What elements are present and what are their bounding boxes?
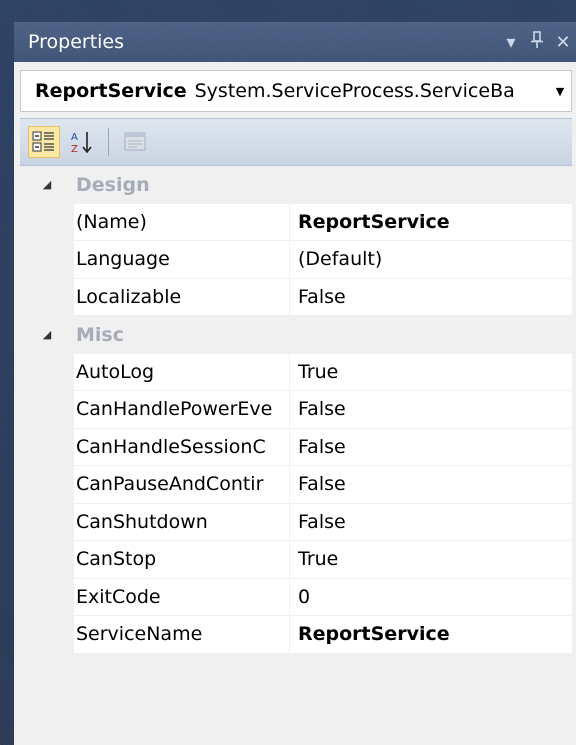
- object-name: ReportService: [35, 80, 187, 102]
- object-type: System.ServiceProcess.ServiceBa: [194, 80, 515, 102]
- property-value[interactable]: False: [290, 504, 572, 541]
- collapse-icon[interactable]: ◢: [20, 316, 74, 354]
- categorized-icon: [32, 131, 54, 152]
- property-value[interactable]: False: [290, 279, 572, 316]
- property-row[interactable]: (Name) ReportService: [20, 203, 572, 241]
- property-name: CanPauseAndContir: [74, 466, 290, 504]
- property-name: CanHandlePowerEve: [74, 391, 290, 429]
- collapse-icon[interactable]: ◢: [20, 166, 74, 204]
- svg-text:A: A: [71, 132, 78, 143]
- property-name: (Name): [74, 203, 290, 241]
- property-name: ServiceName: [74, 616, 290, 654]
- pin-icon[interactable]: [524, 30, 550, 54]
- property-value[interactable]: False: [290, 391, 572, 429]
- property-row[interactable]: ExitCode 0: [20, 578, 572, 616]
- property-row[interactable]: CanHandleSessionC False: [20, 428, 572, 466]
- property-value[interactable]: 0: [290, 579, 572, 616]
- category-label: Design: [76, 173, 150, 196]
- property-row[interactable]: CanShutdown False: [20, 503, 572, 541]
- category-label: Misc: [76, 323, 124, 346]
- property-pages-icon: [124, 132, 146, 151]
- property-name: Language: [74, 241, 290, 279]
- property-name: Localizable: [74, 278, 290, 316]
- property-value[interactable]: False: [290, 429, 572, 466]
- property-name: CanShutdown: [74, 503, 290, 541]
- property-row[interactable]: AutoLog True: [20, 353, 572, 391]
- property-name: ExitCode: [74, 578, 290, 616]
- property-row[interactable]: CanPauseAndContir False: [20, 466, 572, 504]
- object-selector[interactable]: ReportService System.ServiceProcess.Serv…: [20, 70, 572, 112]
- property-name: CanHandleSessionC: [74, 428, 290, 466]
- properties-titlebar[interactable]: Properties ▾ ✕: [14, 22, 576, 62]
- category-row-design[interactable]: ◢ Design: [20, 166, 572, 204]
- property-value[interactable]: ReportService: [290, 616, 572, 654]
- property-grid: ◢ Design (Name) ReportService Language (…: [20, 166, 572, 654]
- dropdown-arrow-icon[interactable]: ▾: [498, 32, 524, 53]
- alphabetical-button[interactable]: A Z: [66, 126, 98, 158]
- property-value[interactable]: (Default): [290, 241, 572, 279]
- chevron-down-icon[interactable]: ▼: [549, 71, 571, 111]
- category-row-misc[interactable]: ◢ Misc: [20, 316, 572, 354]
- categorized-button[interactable]: [28, 126, 60, 158]
- alphabetical-icon: A Z: [71, 132, 92, 155]
- property-row[interactable]: Localizable False: [20, 278, 572, 316]
- pin-glyph: [531, 30, 543, 48]
- property-row[interactable]: Language (Default): [20, 241, 572, 279]
- property-row[interactable]: CanHandlePowerEve False: [20, 391, 572, 429]
- property-row[interactable]: CanStop True: [20, 541, 572, 579]
- toolbar-separator: [108, 128, 109, 156]
- svg-text:Z: Z: [71, 144, 78, 155]
- close-icon[interactable]: ✕: [550, 32, 576, 53]
- property-value[interactable]: False: [290, 466, 572, 504]
- property-value[interactable]: True: [290, 541, 572, 579]
- property-value[interactable]: ReportService: [290, 204, 572, 241]
- properties-toolbar: A Z: [20, 118, 572, 166]
- property-pages-button[interactable]: [119, 126, 151, 158]
- grid-empty-area: [20, 679, 572, 745]
- property-value[interactable]: True: [290, 354, 572, 391]
- properties-panel: ReportService System.ServiceProcess.Serv…: [14, 62, 576, 745]
- property-name: CanStop: [74, 541, 290, 579]
- property-row[interactable]: ServiceName ReportService: [20, 616, 572, 654]
- panel-title: Properties: [28, 31, 125, 53]
- property-name: AutoLog: [74, 353, 290, 391]
